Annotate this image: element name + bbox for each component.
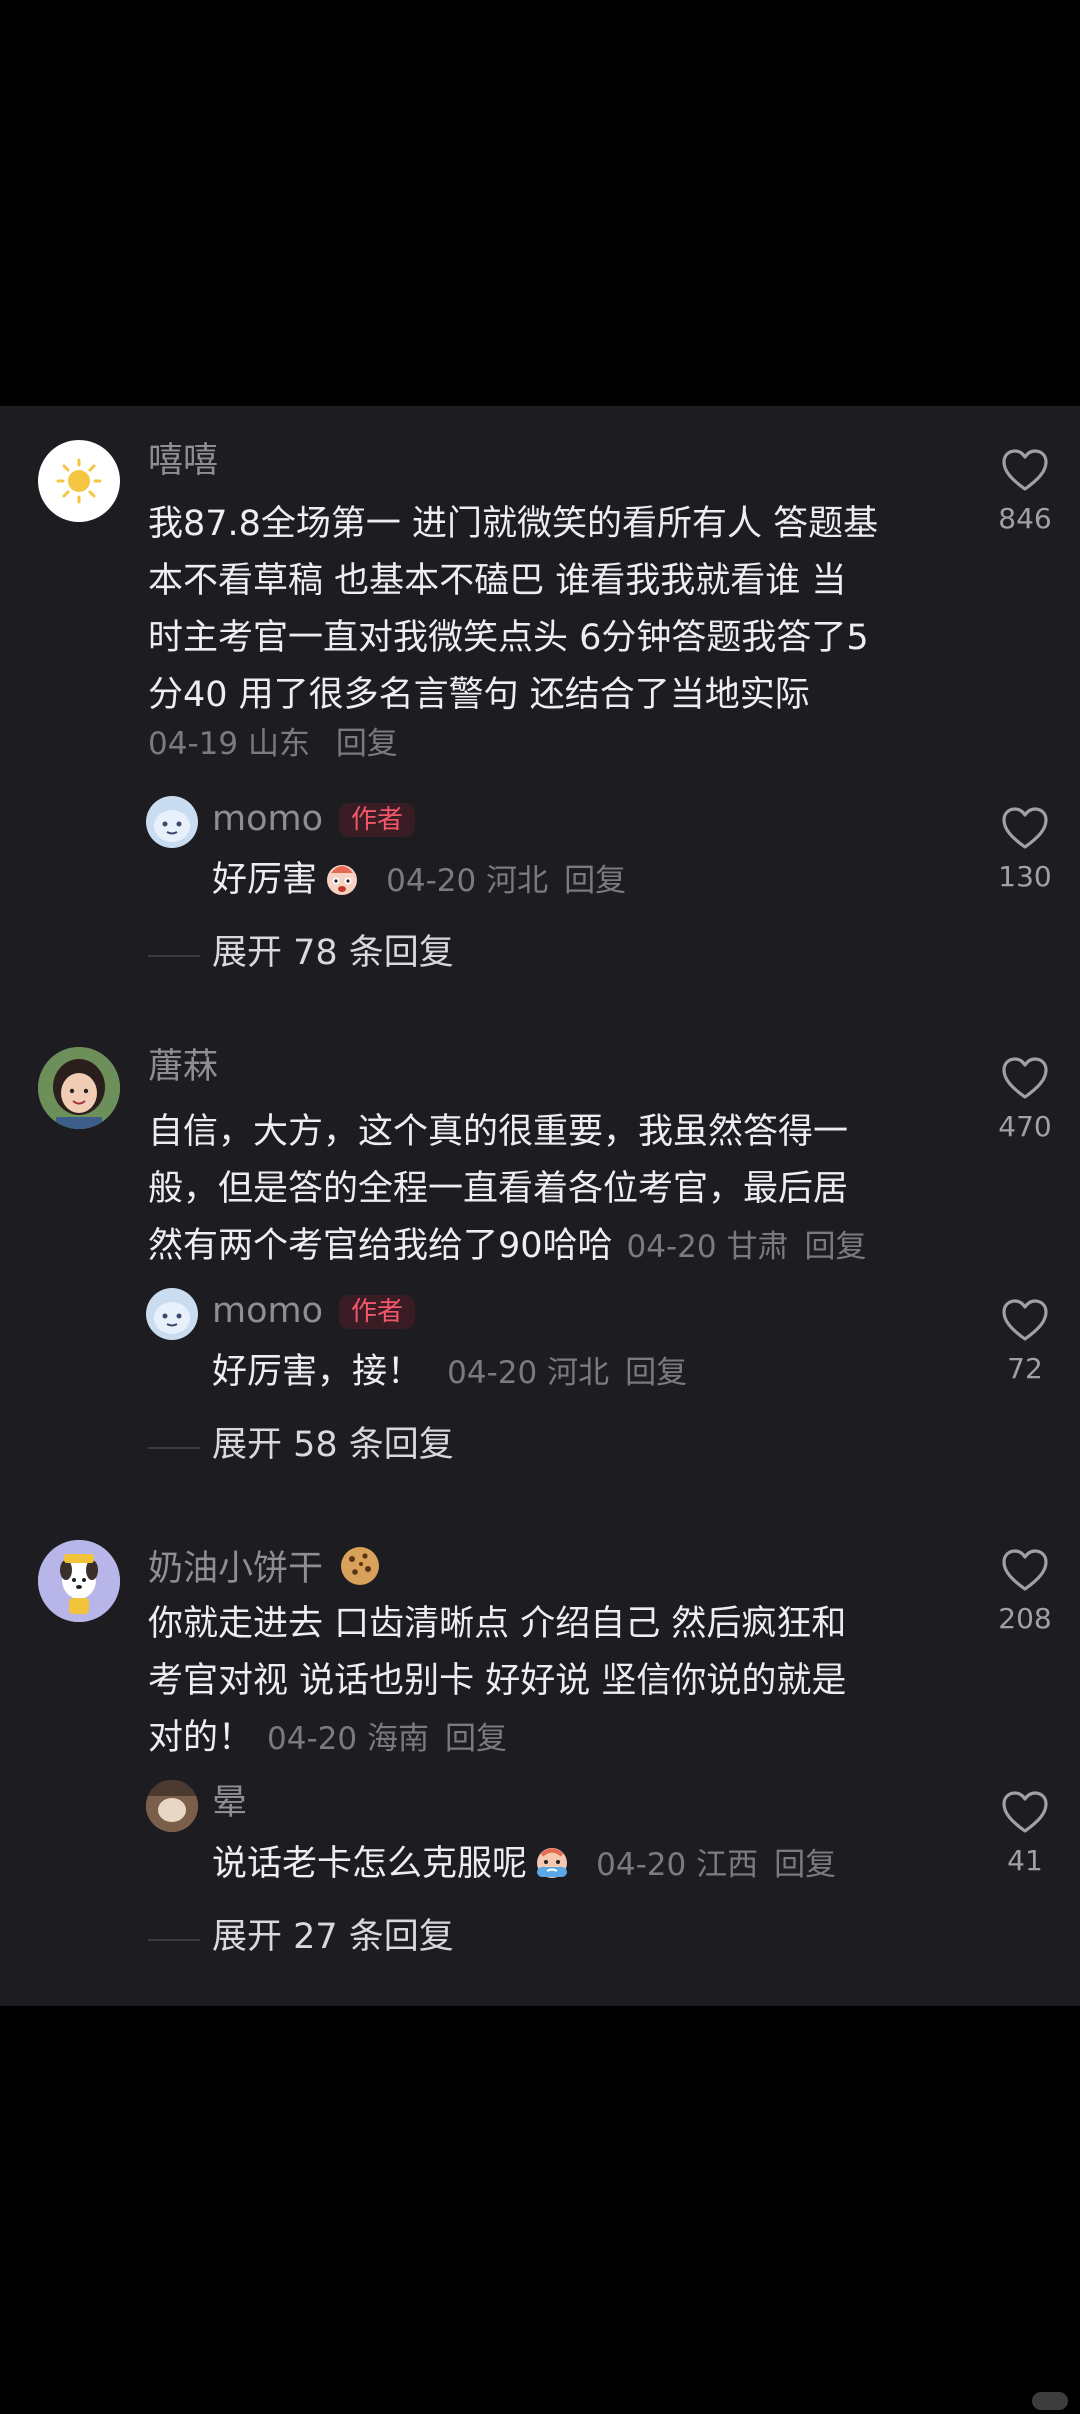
comment-text-line: 然有两个考官给我给了90哈哈	[148, 1226, 613, 1266]
reply-date: 04-20	[447, 1355, 538, 1391]
avatar[interactable]	[146, 796, 198, 848]
reply-button[interactable]: 回复	[336, 726, 398, 762]
reply-location: 河北	[547, 1355, 610, 1391]
reply-date: 04-20	[596, 1847, 687, 1883]
author-badge: 作者	[339, 1295, 416, 1329]
reply-location: 河北	[486, 863, 549, 899]
expand-replies-button[interactable]: 展开 27 条回复	[212, 1920, 454, 1955]
scared-face-emoji	[327, 865, 358, 895]
heart-icon	[1002, 1299, 1048, 1341]
comment-text-line: 本不看草稿 也基本不磕巴 谁看我我就看谁 当	[148, 561, 847, 601]
comment-text-line: 自信，大方，这个真的很重要，我虽然答得一	[148, 1112, 849, 1152]
reply-text-row: 好厉害，接！ 04-20 河北 回复	[212, 1344, 687, 1402]
divider	[148, 1939, 200, 1941]
cartoon-dog-avatar	[38, 1540, 120, 1622]
like-button[interactable]: 846	[970, 448, 1080, 535]
comment-text-line: 对的！	[148, 1718, 254, 1758]
reply-username-text[interactable]: momo	[212, 1291, 323, 1331]
cookie-emoji	[341, 1547, 380, 1585]
reply-button[interactable]: 回复	[774, 1847, 836, 1883]
reply-text: 好厉害	[212, 860, 318, 900]
like-button[interactable]: 130	[970, 806, 1080, 893]
reply-username-text[interactable]: momo	[212, 799, 323, 839]
reply-button[interactable]: 回复	[805, 1229, 867, 1265]
divider	[148, 955, 200, 957]
comment-location: 山东	[247, 726, 310, 762]
comment-location: 海南	[366, 1721, 429, 1757]
reply-text-row: 说话老卡怎么克服呢 04-20 江西 回复	[212, 1836, 836, 1894]
cartoon-face-icon	[154, 810, 190, 842]
author-badge: 作者	[339, 803, 416, 837]
like-button[interactable]: 470	[970, 1056, 1080, 1143]
comment-text-line: 分40 用了很多名言警句 还结合了当地实际	[148, 675, 810, 715]
photo-avatar	[146, 1780, 198, 1832]
sweating-face-emoji	[537, 1848, 568, 1878]
like-button[interactable]: 208	[970, 1548, 1080, 1635]
avatar[interactable]	[146, 1288, 198, 1340]
reply-button[interactable]: 回复	[445, 1721, 507, 1757]
like-count: 470	[998, 1110, 1052, 1143]
sun-icon	[56, 458, 102, 504]
comment-text-line: 时主考官一直对我微笑点头 6分钟答题我答了5	[148, 618, 869, 658]
comment-text: 我87.8全场第一 进门就微笑的看所有人 答题基 本不看草稿 也基本不磕巴 谁看…	[148, 496, 878, 724]
comment-text-line: 考官对视 说话也别卡 好好说 坚信你说的就是	[148, 1661, 847, 1701]
cartoon-face-icon	[154, 1302, 190, 1334]
expand-replies-button[interactable]: 展开 58 条回复	[212, 1428, 454, 1463]
reply-button[interactable]: 回复	[564, 863, 626, 899]
comment-username-text[interactable]: 奶油小饼干	[148, 1549, 323, 1589]
avatar[interactable]	[38, 1047, 120, 1129]
girl-photo-avatar	[38, 1047, 120, 1129]
comment-location: 甘肃	[726, 1229, 789, 1265]
reply-text: 说话老卡怎么克服呢	[212, 1844, 528, 1884]
avatar[interactable]	[146, 1780, 198, 1832]
comment-text-line: 般，但是答的全程一直看着各位考官，最后居	[148, 1169, 849, 1209]
comment-text: 你就走进去 口齿清晰点 介绍自己 然后疯狂和 考官对视 说话也别卡 好好说 坚信…	[148, 1596, 846, 1768]
comment-date: 04-20	[267, 1721, 358, 1757]
comment-text-line-with-meta: 然有两个考官给我给了90哈哈 04-20 甘肃 回复	[148, 1218, 867, 1276]
reply-text-row: 好厉害 04-20 河北 回复	[212, 852, 626, 910]
comment-text-line-with-meta: 对的！ 04-20 海南 回复	[148, 1710, 846, 1768]
comment-text-line: 我87.8全场第一 进门就微笑的看所有人 答题基	[148, 504, 879, 544]
reply-date: 04-20	[386, 863, 477, 899]
heart-icon	[1002, 449, 1048, 491]
heart-icon	[1002, 1057, 1048, 1099]
like-count: 130	[998, 860, 1052, 893]
like-button[interactable]: 72	[970, 1298, 1080, 1385]
reply-button[interactable]: 回复	[625, 1355, 687, 1391]
comment-username[interactable]: 嘻嘻	[148, 444, 218, 479]
like-count: 41	[1007, 1844, 1043, 1877]
reply-text: 好厉害，接！	[212, 1352, 423, 1392]
avatar[interactable]	[38, 440, 120, 522]
like-button[interactable]: 41	[970, 1790, 1080, 1877]
divider	[148, 1447, 200, 1449]
like-count: 72	[1007, 1352, 1043, 1385]
comment-text-line: 你就走进去 口齿清晰点 介绍自己 然后疯狂和	[148, 1604, 847, 1644]
heart-icon	[1002, 1791, 1048, 1833]
heart-icon	[1002, 807, 1048, 849]
reply-username: momo 作者	[212, 1291, 416, 1331]
watermark	[1032, 2392, 1068, 2410]
expand-replies-button[interactable]: 展开 78 条回复	[212, 936, 454, 971]
reply-location: 江西	[696, 1847, 759, 1883]
comment-date: 04-20	[626, 1229, 717, 1265]
comment-username[interactable]: 蓎菻	[148, 1050, 218, 1085]
like-count: 846	[998, 502, 1052, 535]
reply-username: momo 作者	[212, 799, 416, 839]
avatar[interactable]	[38, 1540, 120, 1622]
reply-username[interactable]: 晕	[212, 1786, 247, 1821]
comment-username: 奶油小饼干	[148, 1544, 382, 1588]
comment-meta: 04-19 山东 回复	[148, 718, 398, 763]
comment-date: 04-19	[148, 726, 239, 762]
comment-text: 自信，大方，这个真的很重要，我虽然答得一 般，但是答的全程一直看着各位考官，最后…	[148, 1104, 867, 1276]
like-count: 208	[998, 1602, 1052, 1635]
heart-icon	[1002, 1549, 1048, 1591]
